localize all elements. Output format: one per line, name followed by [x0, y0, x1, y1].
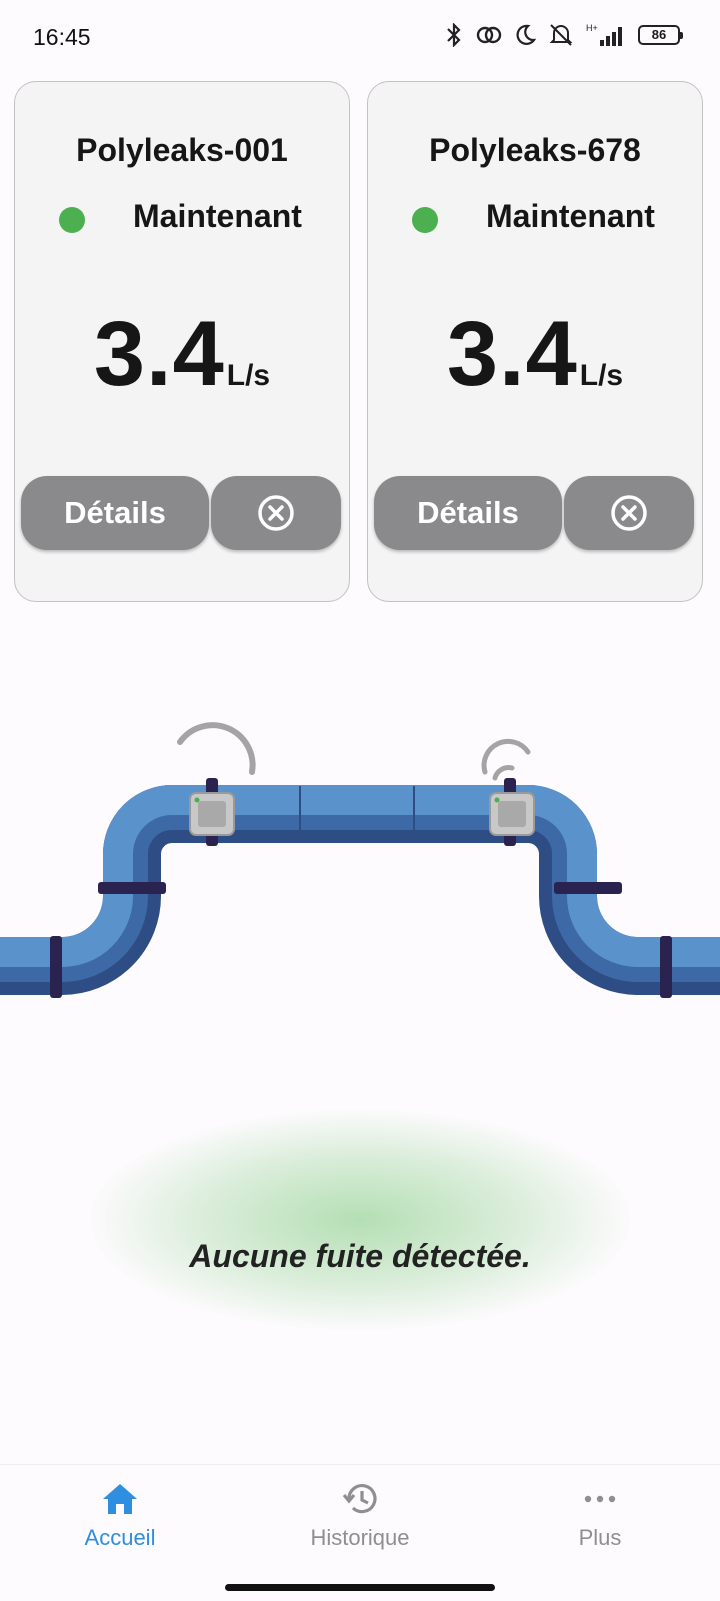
link-icon	[476, 26, 502, 44]
flow-value: 3.4	[446, 303, 578, 405]
sensor-icon	[189, 792, 235, 836]
nav-home[interactable]: Accueil	[30, 1481, 210, 1551]
nav-more-label: Plus	[578, 1525, 622, 1550]
pipe-joint	[660, 936, 672, 998]
bluetooth-icon	[447, 23, 461, 47]
status-bar: 16:45 H+ 86	[0, 0, 720, 72]
details-button[interactable]: Détails	[374, 476, 562, 550]
nav-history-label: Historique	[310, 1525, 410, 1550]
history-icon	[342, 1484, 377, 1514]
status-time: 16:45	[33, 24, 91, 50]
nav-more[interactable]: Plus	[510, 1481, 690, 1551]
flow-reading: 3.4L/s	[15, 302, 349, 407]
pipe-illustration	[0, 722, 720, 998]
remove-device-button[interactable]	[564, 476, 694, 550]
more-icon	[584, 1495, 616, 1503]
device-card-2: Polyleaks-678 Maintenant 3.4L/s Détails	[367, 81, 703, 602]
sensor-icon	[489, 792, 535, 836]
device-name: Polyleaks-001	[76, 132, 288, 168]
status-glow	[90, 1110, 630, 1330]
signal-arc-large	[177, 722, 256, 775]
close-circle-icon	[258, 495, 294, 531]
details-button[interactable]: Détails	[21, 476, 209, 550]
mute-icon	[549, 24, 573, 46]
device-status: Maintenant	[486, 198, 655, 234]
gesture-bar[interactable]	[225, 1584, 495, 1591]
flow-unit: L/s	[226, 359, 271, 392]
signal-icon: H+	[586, 23, 622, 46]
status-dot	[59, 207, 85, 233]
home-icon	[103, 1484, 137, 1514]
flow-reading: 3.4L/s	[368, 302, 702, 407]
close-circle-icon	[611, 495, 647, 531]
battery-icon: 86	[638, 25, 683, 45]
bottom-navigation: Accueil Historique Plus	[0, 1464, 720, 1601]
pipe-joint	[554, 882, 622, 894]
device-name: Polyleaks-678	[429, 132, 641, 168]
moon-icon	[516, 24, 536, 45]
nav-home-label: Accueil	[84, 1525, 156, 1550]
nav-history[interactable]: Historique	[270, 1481, 450, 1551]
device-card-1: Polyleaks-001 Maintenant 3.4L/s Détails	[14, 81, 350, 602]
leak-status-message: Aucune fuite détectée.	[189, 1238, 531, 1274]
flow-value: 3.4	[93, 303, 225, 405]
status-dot	[412, 207, 438, 233]
status-icons: H+ 86	[444, 22, 683, 48]
pipe-joint	[50, 936, 62, 998]
remove-device-button[interactable]	[211, 476, 341, 550]
flow-unit: L/s	[579, 359, 624, 392]
device-status: Maintenant	[133, 198, 302, 234]
pipe-joint	[98, 882, 166, 894]
network-type: H+	[586, 23, 598, 33]
